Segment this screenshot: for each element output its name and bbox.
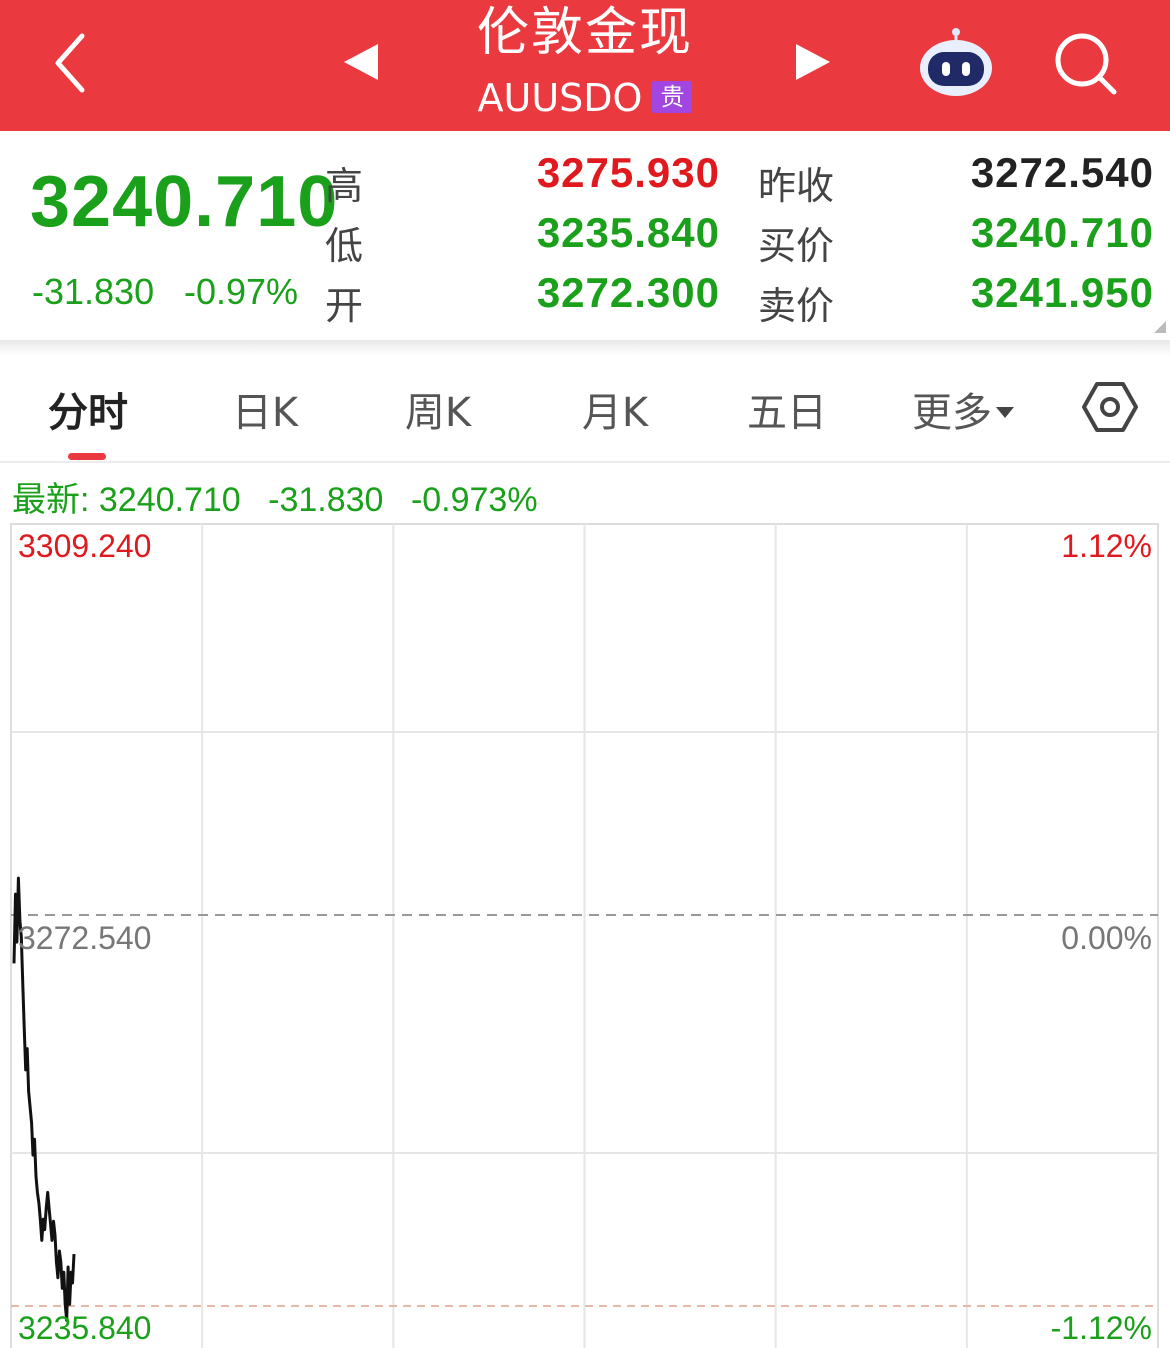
y-axis-bottom-percent: -1.12% (1050, 1310, 1152, 1346)
y-axis-mid-percent: 0.00% (1061, 920, 1152, 956)
y-axis-bottom-price: 3235.840 (18, 1310, 152, 1346)
y-axis-mid-price: 3272.540 (18, 920, 152, 956)
intraday-chart[interactable] (0, 0, 1170, 1348)
y-axis-top-percent: 1.12% (1061, 528, 1152, 564)
y-axis-top-price: 3309.240 (18, 528, 152, 564)
